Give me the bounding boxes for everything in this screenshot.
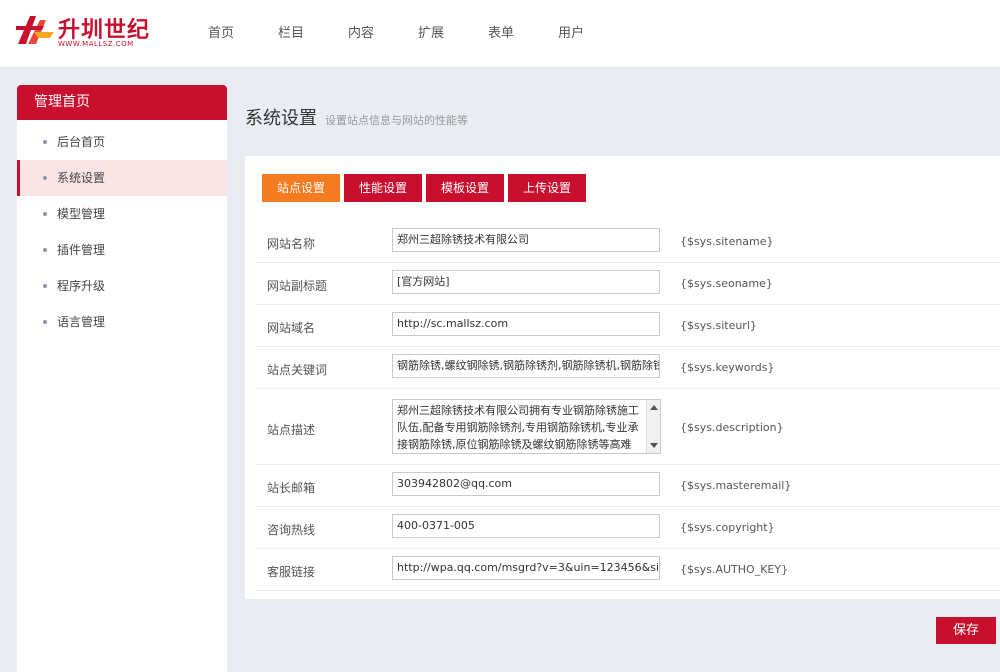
settings-panel: 站点设置 性能设置 模板设置 上传设置 网站名称 郑州三超除锈技术有限公司 {$… [245,156,1000,599]
sidebar-item-label: 插件管理 [57,243,106,257]
keywords-variable: {$sys.keywords} [680,361,775,374]
masteremail-label: 站长邮箱 [267,481,316,495]
sidebar-item-system-settings[interactable]: 系统设置 [17,160,227,196]
nav-home[interactable]: 首页 [186,0,256,68]
sidebar-item-label: 后台首页 [57,135,106,149]
bullet-icon [43,140,47,144]
bullet-icon [43,248,47,252]
siteurl-input[interactable]: http://sc.mallsz.com [392,312,660,336]
sidebar-item-language[interactable]: 语言管理 [17,304,227,340]
tab-performance-settings[interactable]: 性能设置 [344,174,422,202]
sidebar-item-label: 程序升级 [57,279,106,293]
scroll-down-icon[interactable] [650,443,658,448]
nav-users[interactable]: 用户 [536,0,606,68]
service-link-input[interactable]: http://wpa.qq.com/msgrd?v=3&uin=123456&s… [392,556,660,580]
brand-logo[interactable]: 升圳世纪 WWW.MALLSZ.COM [14,12,154,52]
keywords-input[interactable]: 钢筋除锈,螺纹钢除锈,钢筋除锈剂,钢筋除锈机,钢筋除锈 [392,354,660,378]
description-textarea[interactable]: 郑州三超除锈技术有限公司拥有专业钢筋除锈施工队伍,配备专用钢筋除锈剂,专用钢筋除… [392,399,661,454]
sidebar-item-label: 模型管理 [57,207,106,221]
form-row-service-link: 客服链接 http://wpa.qq.com/msgrd?v=3&uin=123… [255,549,1000,591]
service-link-label: 客服链接 [267,565,316,579]
bullet-icon [43,212,47,216]
page-subtitle: 设置站点信息与网站的性能等 [325,114,468,127]
logo-mark-icon [16,16,54,44]
sidebar-item-upgrade[interactable]: 程序升级 [17,268,227,304]
scroll-up-icon[interactable] [650,405,658,410]
form-row-keywords: 站点关键词 钢筋除锈,螺纹钢除锈,钢筋除锈剂,钢筋除锈机,钢筋除锈 {$sys.… [255,347,1000,389]
sidebar-item-model-management[interactable]: 模型管理 [17,196,227,232]
sidebar-item-label: 系统设置 [57,171,106,185]
sidebar-item-label: 语言管理 [57,315,106,329]
sidebar-item-plugin-management[interactable]: 插件管理 [17,232,227,268]
tab-site-settings[interactable]: 站点设置 [262,174,340,202]
nav-extensions[interactable]: 扩展 [396,0,466,68]
keywords-label: 站点关键词 [267,363,328,377]
description-scrollbar[interactable] [646,400,660,453]
page-title: 系统设置 [245,108,317,129]
form-row-sitename: 网站名称 郑州三超除锈技术有限公司 {$sys.sitename} [255,221,1000,263]
sidebar-menu: 后台首页 系统设置 模型管理 插件管理 程序升级 语言管理 [17,120,227,340]
sidebar-item-dashboard[interactable]: 后台首页 [17,124,227,160]
siteurl-variable: {$sys.siteurl} [680,319,757,332]
service-link-variable: {$sys.AUTHO_KEY} [680,563,789,576]
settings-tabs: 站点设置 性能设置 模板设置 上传设置 [262,174,586,202]
form-row-description: 站点描述 郑州三超除锈技术有限公司拥有专业钢筋除锈施工队伍,配备专用钢筋除锈剂,… [255,389,1000,465]
bullet-icon [43,320,47,324]
form-row-seoname: 网站副标题 [官方网站] {$sys.seoname} [255,263,1000,305]
form-row-masteremail: 站长邮箱 303942802@qq.com {$sys.masteremail} [255,465,1000,507]
form-row-copyright: 咨询热线 400-0371-005 {$sys.copyright} [255,507,1000,549]
tab-upload-settings[interactable]: 上传设置 [508,174,586,202]
sitename-input[interactable]: 郑州三超除锈技术有限公司 [392,228,660,252]
bullet-icon [43,176,47,180]
main-nav: 首页 栏目 内容 扩展 表单 用户 [186,0,606,68]
tab-template-settings[interactable]: 模板设置 [426,174,504,202]
hotline-label: 咨询热线 [267,523,316,537]
form-row-siteurl: 网站域名 http://sc.mallsz.com {$sys.siteurl} [255,305,1000,347]
save-button[interactable]: 保存 [936,617,996,644]
nav-forms[interactable]: 表单 [466,0,536,68]
masteremail-variable: {$sys.masteremail} [680,479,792,492]
sitename-label: 网站名称 [267,237,316,251]
siteurl-label: 网站域名 [267,321,316,335]
seoname-label: 网站副标题 [267,279,328,293]
hotline-input[interactable]: 400-0371-005 [392,514,660,538]
description-label: 站点描述 [267,423,316,437]
nav-content[interactable]: 内容 [326,0,396,68]
sitename-variable: {$sys.sitename} [680,235,774,248]
seoname-variable: {$sys.seoname} [680,277,773,290]
seoname-input[interactable]: [官方网站] [392,270,660,294]
hotline-variable: {$sys.copyright} [680,521,775,534]
masteremail-input[interactable]: 303942802@qq.com [392,472,660,496]
nav-columns[interactable]: 栏目 [256,0,326,68]
bullet-icon [43,284,47,288]
description-variable: {$sys.description} [680,421,784,434]
sidebar: 管理首页 后台首页 系统设置 模型管理 插件管理 程序升级 语言管理 [17,85,227,672]
top-header: 升圳世纪 WWW.MALLSZ.COM 首页 栏目 内容 扩展 表单 用户 [0,0,1000,68]
brand-url: WWW.MALLSZ.COM [58,40,134,48]
sidebar-title[interactable]: 管理首页 [17,85,227,120]
settings-form: 网站名称 郑州三超除锈技术有限公司 {$sys.sitename} 网站副标题 … [255,221,1000,591]
